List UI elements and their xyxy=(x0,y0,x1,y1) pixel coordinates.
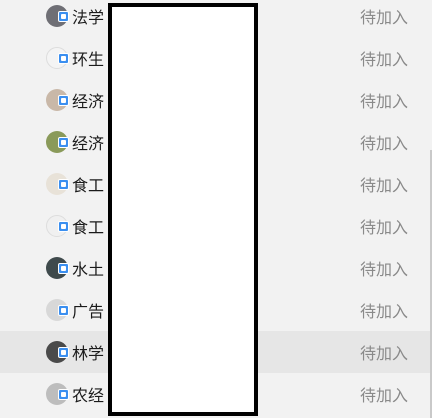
member-name: 水土 xyxy=(72,260,105,279)
status-label: 待加入 xyxy=(359,260,408,279)
member-name: 法学 xyxy=(72,8,105,27)
member-name: 食工 xyxy=(72,218,105,237)
member-name: 经济 xyxy=(72,92,105,111)
device-badge-icon xyxy=(58,388,69,400)
status-label: 待加入 xyxy=(359,8,408,27)
status-label: 待加入 xyxy=(359,50,408,69)
member-name: 林学 xyxy=(72,344,105,363)
device-badge-icon xyxy=(58,304,69,316)
device-badge-icon xyxy=(58,10,69,22)
member-name: 经济 xyxy=(72,134,105,153)
device-badge-icon xyxy=(58,262,69,274)
status-label: 待加入 xyxy=(359,134,408,153)
device-badge-icon xyxy=(58,220,69,232)
status-label: 待加入 xyxy=(359,302,408,321)
device-badge-icon xyxy=(58,346,69,358)
device-badge-icon xyxy=(58,52,69,64)
member-name: 食工 xyxy=(72,176,105,195)
status-label: 待加入 xyxy=(359,176,408,195)
redaction-box xyxy=(108,3,258,416)
status-label: 待加入 xyxy=(359,92,408,111)
member-name: 环生 xyxy=(72,50,105,69)
device-badge-icon xyxy=(58,94,69,106)
member-name: 广告 xyxy=(72,302,105,321)
status-label: 待加入 xyxy=(359,218,408,237)
member-name: 农经 xyxy=(72,386,105,405)
status-label: 待加入 xyxy=(359,344,408,363)
device-badge-icon xyxy=(58,178,69,190)
device-badge-icon xyxy=(58,136,69,148)
status-label: 待加入 xyxy=(359,386,408,405)
